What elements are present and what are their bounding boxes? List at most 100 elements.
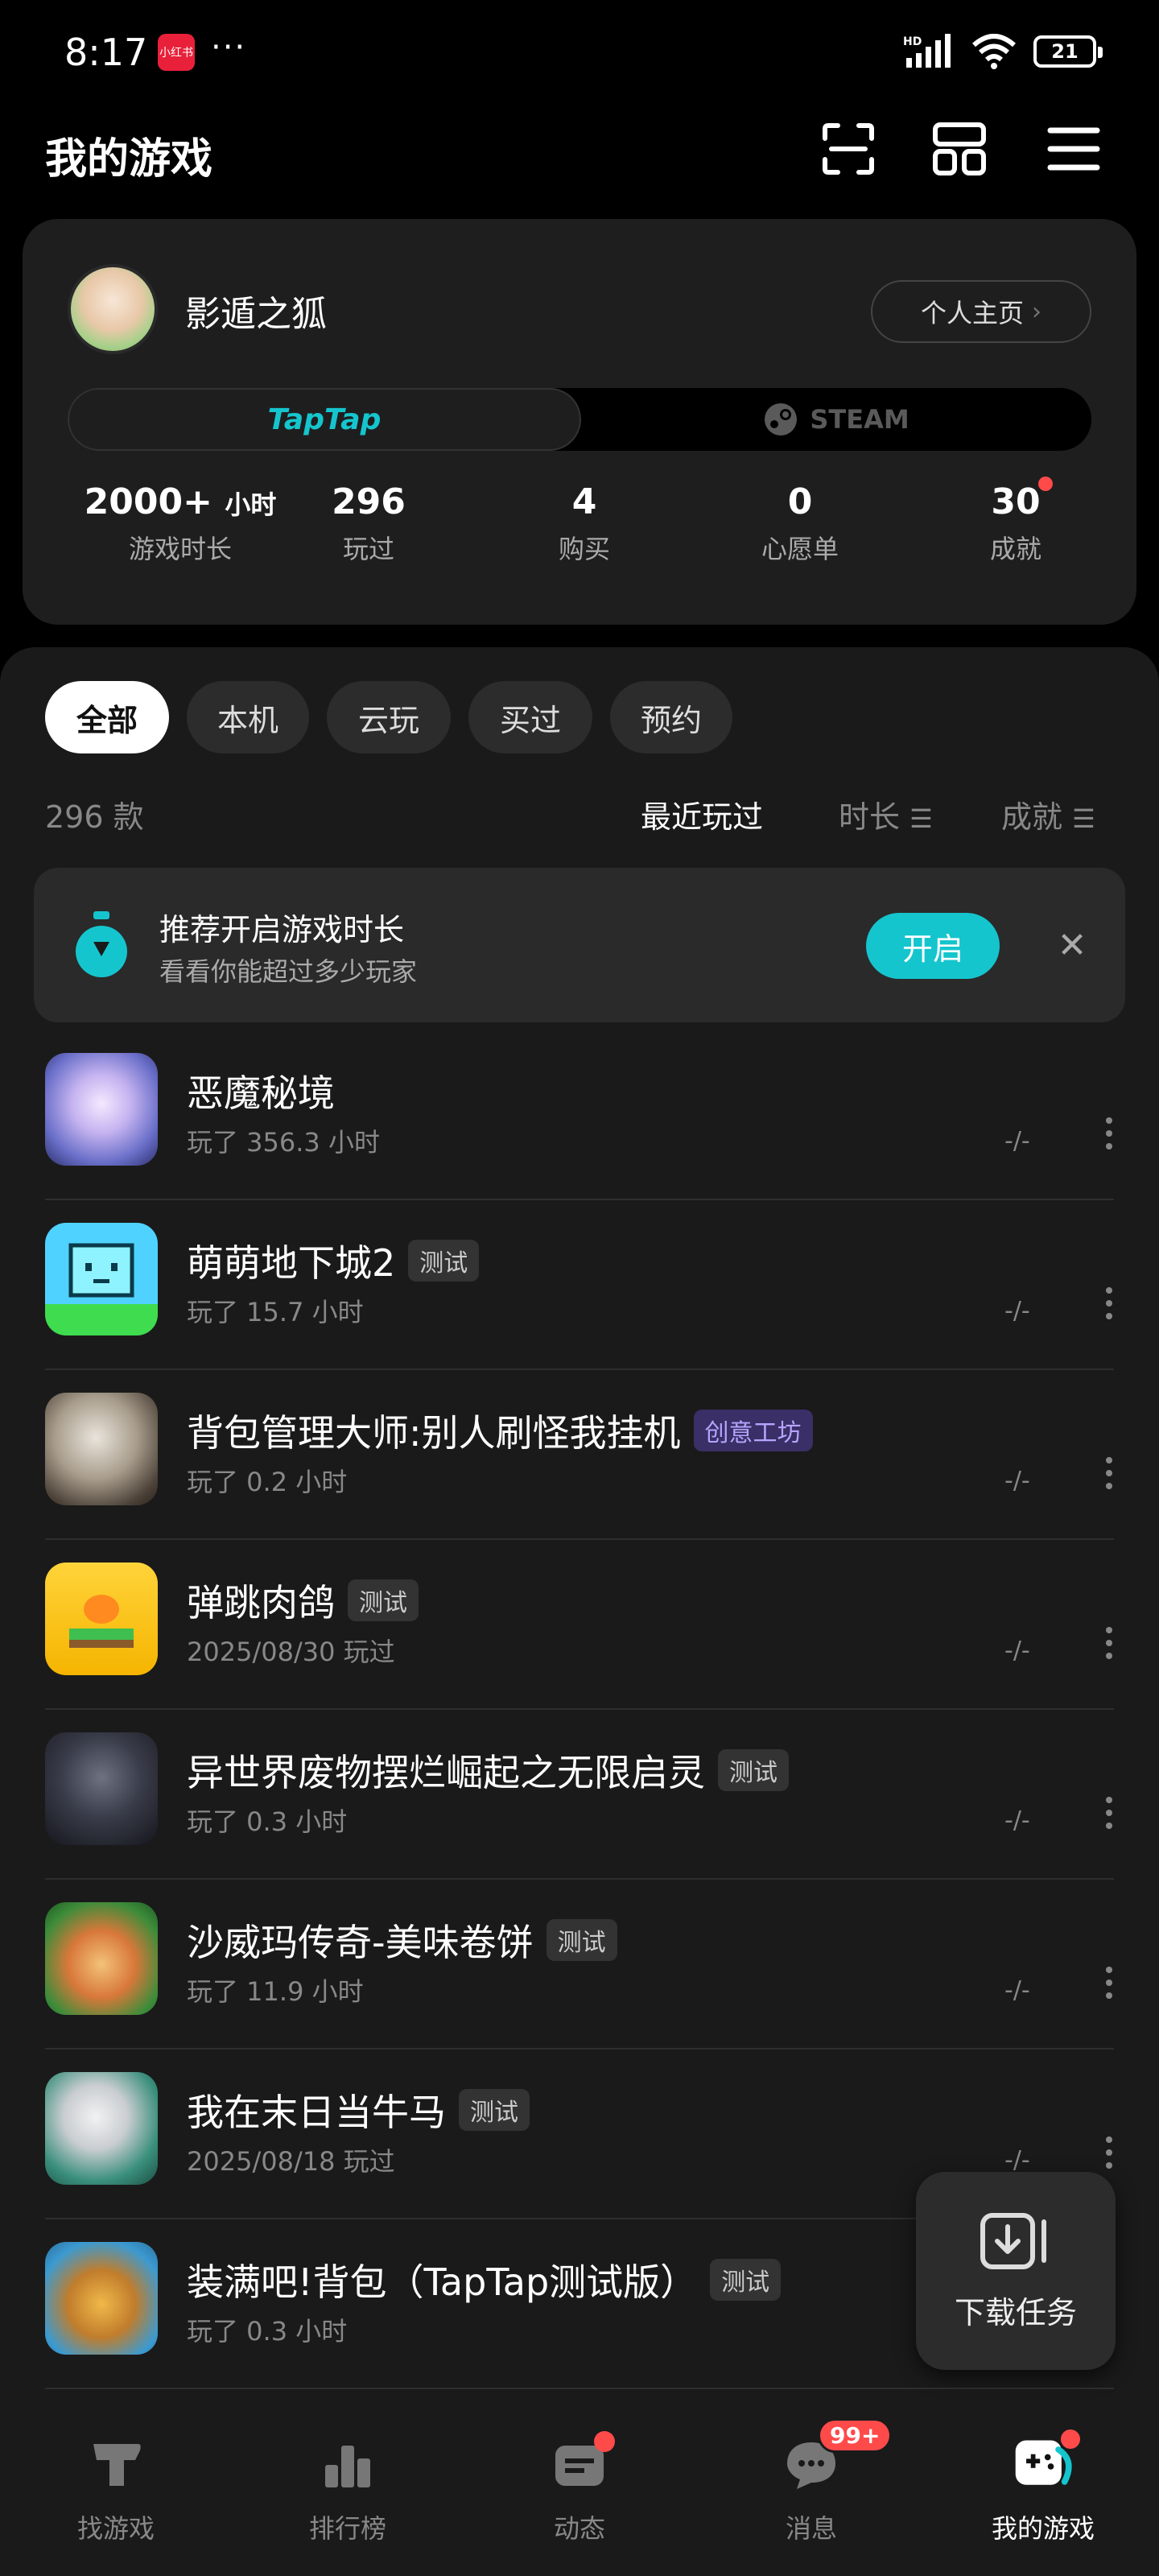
scan-icon[interactable] [816, 117, 881, 181]
battery-icon: 21 [1033, 35, 1103, 68]
stat-purchased[interactable]: 4 购买 [488, 481, 681, 566]
status-bar: 8:17 小红书 ··· HD 21 [0, 0, 1159, 105]
game-last-played: 2025/08/30 玩过 [187, 1637, 395, 1667]
stat-label: 玩过 [342, 534, 394, 564]
game-icon-slime [45, 1223, 158, 1335]
recommend-title: 推荐开启游戏时长 [159, 912, 405, 947]
stat-value: 2000+ 小时 [84, 481, 277, 522]
sort-playtime-label: 时长 [839, 799, 901, 835]
message-count-badge: 99+ [818, 2418, 893, 2453]
playtime-recommend-banner: 推荐开启游戏时长 看看你能超过多少玩家 开启 ✕ [34, 868, 1125, 1022]
test-badge: 测试 [459, 2089, 530, 2131]
download-icon [980, 2212, 1046, 2269]
sort-playtime[interactable]: 时长 ☰ [839, 792, 933, 836]
nav-label: 我的游戏 [991, 2513, 1095, 2544]
profile-card: 影遁之狐 个人主页 › TapTap STEAM 2000+ 小时 游戏时长 2… [23, 219, 1136, 625]
game-rating: -/- [1004, 1976, 1030, 2004]
test-badge: 测试 [718, 1749, 789, 1791]
game-row[interactable]: 背包管理大师:别人刷怪我挂机 创意工坊 玩了 0.2 小时 -/- [45, 1370, 1114, 1540]
test-badge: 测试 [546, 1919, 617, 1961]
grid-icon[interactable] [927, 117, 992, 181]
download-tasks-button[interactable]: 下载任务 [916, 2172, 1116, 2370]
game-row[interactable]: 异世界废物摆烂崛起之无限启灵 测试 玩了 0.3 小时 -/- [45, 1710, 1114, 1880]
test-badge: 测试 [408, 1240, 480, 1282]
stat-played[interactable]: 296 玩过 [272, 481, 465, 566]
game-title: 背包管理大师:别人刷怪我挂机 [187, 1411, 681, 1455]
game-rating: -/- [1004, 1467, 1030, 1495]
stat-achievements[interactable]: 30 成就 [919, 477, 1112, 566]
more-icon[interactable] [1104, 1967, 1114, 1999]
game-row[interactable]: 弹跳肉鸽 测试 2025/08/30 玩过 -/- [45, 1540, 1114, 1710]
nav-feed[interactable]: 动态 [483, 2431, 676, 2545]
sort-icon: ☰ [1072, 803, 1095, 834]
game-title: 我在末日当牛马 [187, 2091, 446, 2134]
game-icon-shawarma [45, 1902, 158, 2015]
more-notifications-icon: ··· [211, 29, 247, 66]
more-icon[interactable] [1104, 1797, 1114, 1829]
game-row[interactable]: 恶魔秘境 玩了 356.3 小时 -/- [45, 1030, 1114, 1200]
test-badge: 测试 [348, 1579, 419, 1621]
stat-value: 4 [571, 481, 597, 522]
game-title: 弹跳肉鸽 [187, 1581, 335, 1624]
stat-wishlist[interactable]: 0 心愿单 [703, 481, 897, 566]
game-playtime: 玩了 0.3 小时 [187, 2316, 348, 2347]
close-icon[interactable]: ✕ [1048, 921, 1096, 969]
more-icon[interactable] [1104, 1117, 1114, 1150]
tab-taptap[interactable]: TapTap [68, 388, 581, 451]
my-games-icon [1011, 2429, 1080, 2497]
sort-achievements[interactable]: 成就 ☰ [1001, 792, 1095, 836]
game-icon-isekai [45, 1732, 158, 1845]
platform-switch: TapTap STEAM [68, 388, 1091, 451]
nav-messages[interactable]: 99+ 消息 [715, 2418, 908, 2545]
stat-value: 296 [332, 481, 406, 522]
enable-playtime-button[interactable]: 开启 [866, 913, 1000, 979]
nav-find-games[interactable]: 找游戏 [19, 2433, 212, 2545]
nav-label: 排行榜 [308, 2513, 386, 2544]
filter-reserved[interactable]: 预约 [610, 681, 732, 753]
nav-label: 动态 [553, 2513, 605, 2544]
status-time: 8:17 [64, 31, 148, 74]
workshop-badge: 创意工坊 [693, 1410, 813, 1451]
nav-my-games[interactable]: 我的游戏 [947, 2429, 1140, 2545]
game-title: 异世界废物摆烂崛起之无限启灵 [187, 1751, 705, 1794]
app-notification-icon: 小红书 [158, 34, 195, 71]
avatar[interactable] [68, 264, 158, 354]
game-title: 装满吧!背包（TapTap测试版） [187, 2260, 698, 2304]
sort-icon: ☰ [909, 803, 933, 834]
nav-ranking[interactable]: 排行榜 [251, 2433, 444, 2545]
game-row[interactable]: 萌萌地下城2 测试 玩了 15.7 小时 -/- [45, 1200, 1114, 1370]
filter-all[interactable]: 全部 [45, 681, 169, 753]
more-icon[interactable] [1104, 2136, 1114, 2169]
game-rating: -/- [1004, 1637, 1030, 1665]
more-icon[interactable] [1104, 1627, 1114, 1659]
stat-value: 0 [787, 481, 813, 522]
profile-home-label: 个人主页 [920, 298, 1024, 328]
username: 影遁之狐 [185, 294, 327, 335]
notification-dot [1061, 2429, 1080, 2449]
filter-local[interactable]: 本机 [187, 681, 309, 753]
game-playtime: 玩了 15.7 小时 [187, 1297, 364, 1327]
sort-achievements-label: 成就 [1001, 799, 1063, 835]
tab-steam[interactable]: STEAM [581, 388, 1091, 451]
recommend-subtitle: 看看你能超过多少玩家 [159, 956, 418, 987]
stat-playtime[interactable]: 2000+ 小时 游戏时长 [84, 481, 277, 566]
sort-recent[interactable]: 最近玩过 [641, 792, 763, 836]
more-icon[interactable] [1104, 1457, 1114, 1489]
stat-value: 30 [991, 481, 1041, 522]
profile-home-button[interactable]: 个人主页 › [871, 280, 1091, 343]
filter-cloud[interactable]: 云玩 [327, 681, 451, 753]
game-row[interactable]: 沙威玛传奇-美味卷饼 测试 玩了 11.9 小时 -/- [45, 1880, 1114, 2050]
more-icon[interactable] [1104, 1287, 1114, 1319]
game-icon-demon [45, 1053, 158, 1166]
game-playtime: 玩了 356.3 小时 [187, 1127, 380, 1158]
filter-bought[interactable]: 买过 [468, 681, 592, 753]
menu-icon[interactable] [1041, 117, 1106, 181]
game-icon-bounce [45, 1563, 158, 1675]
game-rating: -/- [1004, 1297, 1030, 1325]
bottom-nav: 找游戏 排行榜 动态 99+ 消息 我的游戏 [0, 2410, 1159, 2576]
chevron-right-icon: › [1032, 297, 1041, 326]
steam-label: STEAM [810, 404, 909, 435]
wifi-icon [972, 34, 1016, 69]
game-count: 296 款 [45, 799, 144, 835]
ranking-icon [316, 2433, 380, 2497]
